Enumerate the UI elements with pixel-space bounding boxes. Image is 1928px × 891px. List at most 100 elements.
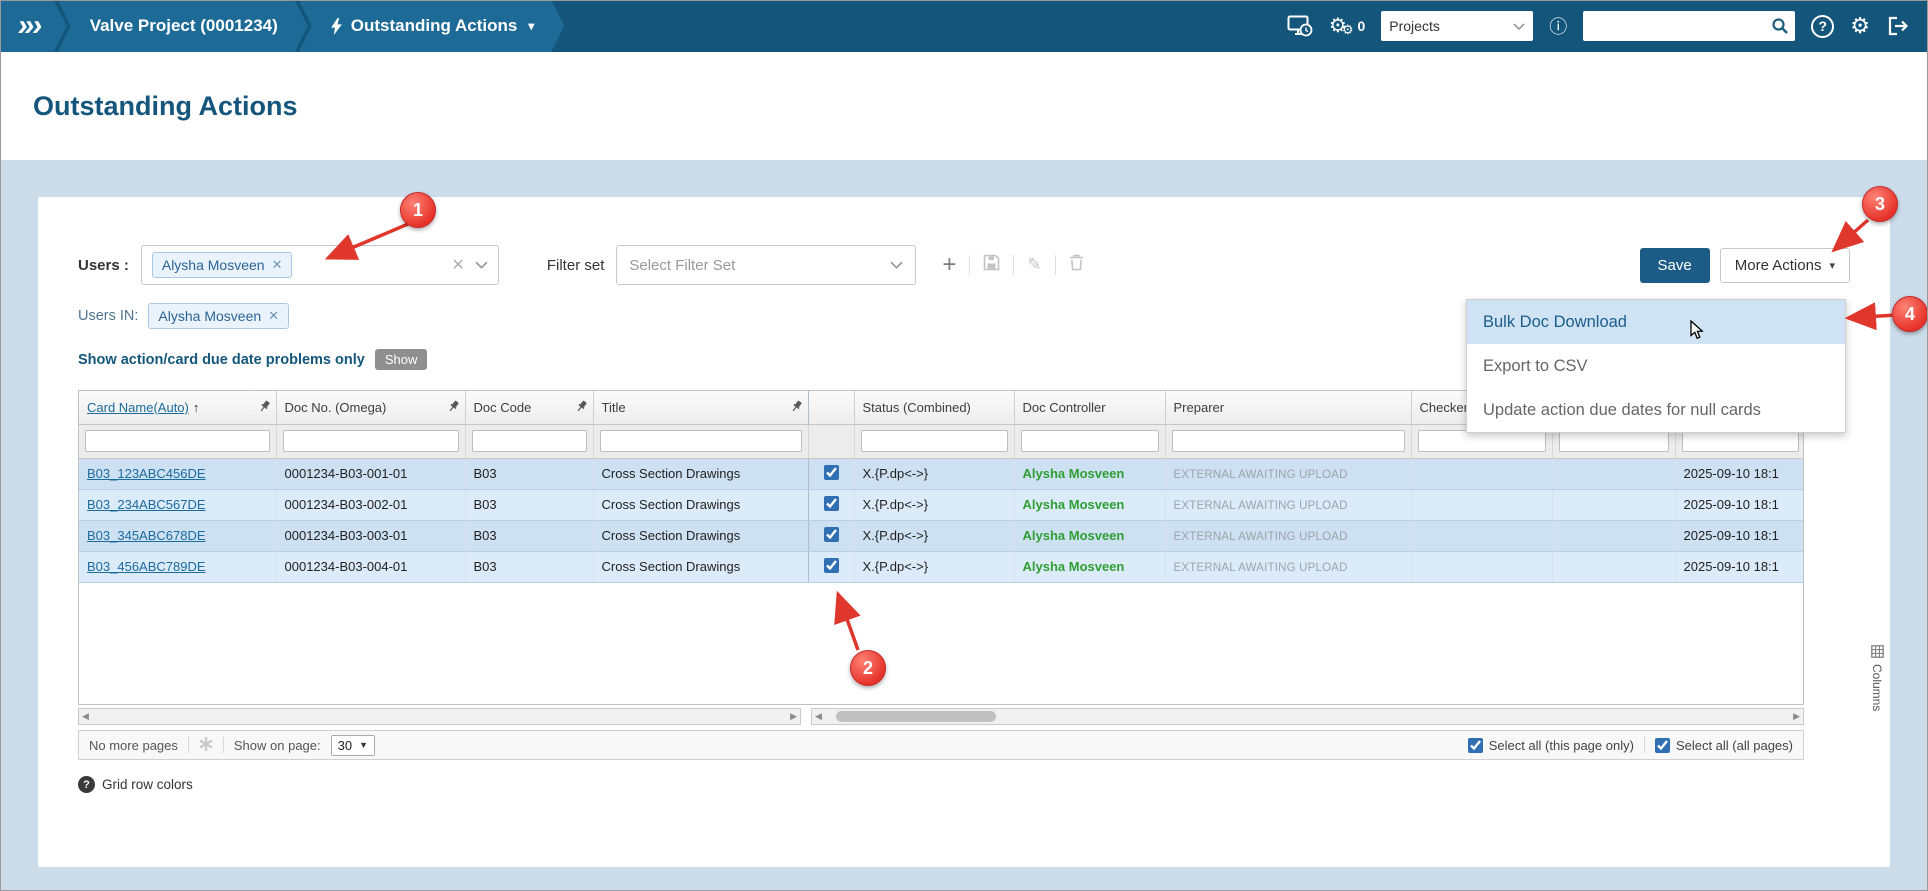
breadcrumb-page[interactable]: Outstanding Actions ▾ <box>299 0 565 52</box>
user-tag-label: Alysha Mosveen <box>161 257 265 273</box>
row-checkbox[interactable] <box>823 495 839 511</box>
help-icon[interactable]: ? <box>1811 14 1835 38</box>
title-cell: Cross Section Drawings <box>593 458 809 490</box>
content-area: Users : Alysha Mosveen ✕ ✕ Filter set Se… <box>0 160 1928 891</box>
menu-item-bulk-doc-download[interactable]: Bulk Doc Download <box>1467 300 1845 344</box>
refresh-icon[interactable] <box>199 736 213 754</box>
users-multiselect[interactable]: Alysha Mosveen ✕ ✕ <box>140 245 499 285</box>
breadcrumb-project-label: Valve Project (0001234) <box>89 16 278 35</box>
page-size-select[interactable]: 30 ▼ <box>330 734 376 756</box>
card-link[interactable]: B03_123ABC456DE <box>87 466 206 481</box>
breadcrumb-project[interactable]: Valve Project (0001234) <box>58 0 308 52</box>
add-filter-set-icon[interactable]: + <box>942 253 956 277</box>
users-label: Users : <box>78 256 129 274</box>
scroll-right-icon[interactable]: ▶ <box>790 712 797 721</box>
filter-set-select[interactable]: Select Filter Set <box>616 245 917 285</box>
scroll-left-icon[interactable]: ◀ <box>815 712 822 721</box>
select-all-page-checkbox[interactable] <box>1467 737 1483 753</box>
doc-controller-cell: Alysha Mosveen <box>1022 528 1125 543</box>
menu-item-export-to-csv[interactable]: Export to CSV <box>1467 344 1845 388</box>
filter-doc-code[interactable] <box>471 430 587 452</box>
filter-status[interactable] <box>860 430 1008 452</box>
grid-row-colors-row: ? Grid row colors <box>78 776 1850 793</box>
more-actions-button[interactable]: More Actions ▾ <box>1719 247 1850 283</box>
filter-doc-no[interactable] <box>282 430 459 452</box>
col-header-status[interactable]: Status (Combined) <box>854 391 1015 425</box>
select-all-controls: Select all (this page only) Select all (… <box>1467 737 1793 753</box>
preparer-cell: EXTERNAL AWAITING UPLOAD <box>1173 562 1348 574</box>
col-header-card-name[interactable]: Card Name(Auto) ↑ <box>79 391 277 425</box>
filter-toolbar: Users : Alysha Mosveen ✕ ✕ Filter set Se… <box>78 245 1850 285</box>
due-date-problems-link[interactable]: Show action/card due date problems only <box>78 352 365 368</box>
col-header-doc-no[interactable]: Doc No. (Omega) <box>276 391 466 425</box>
row-checkbox[interactable] <box>823 464 839 480</box>
remove-user-tag-icon[interactable]: ✕ <box>272 257 283 273</box>
pin-icon[interactable] <box>792 400 803 416</box>
save-filter-set-icon[interactable] <box>983 254 1000 276</box>
scroll-right-icon[interactable]: ▶ <box>1793 712 1800 721</box>
chevron-down-icon <box>890 261 903 269</box>
more-actions-label: More Actions <box>1734 256 1822 274</box>
extra-cell <box>1552 551 1676 583</box>
filter-preparer[interactable] <box>1171 430 1405 452</box>
columns-panel-tab[interactable]: Columns <box>1870 645 1884 711</box>
filter-checker[interactable] <box>1417 430 1546 452</box>
status-cell: X.{P.dp<->} <box>854 458 1015 490</box>
filter-extra[interactable] <box>1558 430 1669 452</box>
global-search-input[interactable] <box>1591 18 1772 34</box>
col-header-preparer[interactable]: Preparer <box>1165 391 1412 425</box>
question-circle-icon[interactable]: ? <box>78 776 95 793</box>
clear-users-icon[interactable]: ✕ <box>441 255 474 275</box>
doc-code-cell: B03 <box>465 458 594 490</box>
background-jobs-icon[interactable]: ⚙ ⚙ 0 <box>1329 16 1365 36</box>
chevron-down-icon: ▼ <box>359 740 369 750</box>
filter-title[interactable] <box>599 430 802 452</box>
scope-select[interactable]: Projects <box>1381 11 1534 41</box>
main-scrollbar[interactable]: ◀ ▶ <box>811 708 1804 725</box>
table-row[interactable]: B03_123ABC456DE 0001234-B03-001-01 B03 C… <box>79 458 1803 490</box>
pin-icon[interactable] <box>577 400 588 416</box>
preparer-cell: EXTERNAL AWAITING UPLOAD <box>1173 469 1348 481</box>
status-cell: X.{P.dp<->} <box>854 551 1015 583</box>
filter-due-date[interactable] <box>1681 430 1799 452</box>
checker-cell <box>1411 520 1553 552</box>
chevron-down-icon[interactable] <box>475 261 488 269</box>
table-row[interactable]: B03_345ABC678DE 0001234-B03-003-01 B03 C… <box>79 520 1803 552</box>
pin-icon[interactable] <box>449 400 460 416</box>
filter-doc-controller[interactable] <box>1020 430 1159 452</box>
search-icon[interactable] <box>1771 17 1789 35</box>
remove-users-in-tag-icon[interactable]: ✕ <box>268 308 279 324</box>
card-link[interactable]: B03_456ABC789DE <box>87 559 206 574</box>
pin-icon[interactable] <box>260 400 271 416</box>
filter-set-actions: + ✎ <box>942 253 1083 277</box>
delete-filter-set-icon[interactable] <box>1069 254 1084 276</box>
doc-controller-cell: Alysha Mosveen <box>1022 466 1125 481</box>
row-checkbox[interactable] <box>823 526 839 542</box>
app-logo[interactable]: »› <box>0 0 67 52</box>
info-icon[interactable]: ⓘ <box>1549 13 1567 39</box>
table-row[interactable]: B03_234ABC567DE 0001234-B03-002-01 B03 C… <box>79 489 1803 521</box>
table-row[interactable]: B03_456ABC789DE 0001234-B03-004-01 B03 C… <box>79 551 1803 583</box>
col-header-title[interactable]: Title <box>593 391 809 425</box>
logout-icon[interactable] <box>1886 15 1910 37</box>
card-link[interactable]: B03_234ABC567DE <box>87 497 206 512</box>
scroll-left-icon[interactable]: ◀ <box>82 712 89 721</box>
save-button[interactable]: Save <box>1639 247 1710 283</box>
col-header-doc-code[interactable]: Doc Code <box>465 391 594 425</box>
edit-filter-set-icon[interactable]: ✎ <box>1027 255 1041 275</box>
scrollbar-thumb[interactable] <box>836 711 996 722</box>
callout-3: 3 <box>1862 186 1898 222</box>
recent-screens-icon[interactable] <box>1287 15 1313 37</box>
title-strip: Outstanding Actions <box>0 52 1928 160</box>
frozen-scrollbar[interactable]: ◀ ▶ <box>78 708 801 725</box>
settings-gear-icon[interactable]: ⚙ <box>1850 15 1870 37</box>
row-checkbox[interactable] <box>823 557 839 573</box>
card-link[interactable]: B03_345ABC678DE <box>87 528 206 543</box>
lightning-icon <box>331 18 342 35</box>
filter-card-name[interactable] <box>85 430 270 452</box>
menu-item-update-due-dates[interactable]: Update action due dates for null cards <box>1467 388 1845 432</box>
grid-row-colors-label[interactable]: Grid row colors <box>102 777 193 792</box>
select-all-pages-checkbox[interactable] <box>1654 737 1670 753</box>
col-header-doc-controller[interactable]: Doc Controller <box>1014 391 1166 425</box>
show-button[interactable]: Show <box>374 349 428 370</box>
